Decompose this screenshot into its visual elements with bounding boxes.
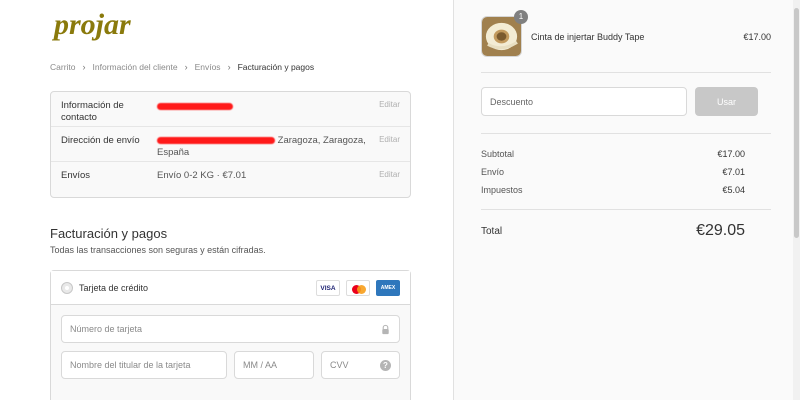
subtotal-label: Subtotal — [481, 149, 515, 159]
scrollbar-thumb[interactable] — [794, 8, 799, 238]
breadcrumb-item-customer-info[interactable]: Información del cliente — [93, 62, 178, 72]
breadcrumb-item-cart[interactable]: Carrito — [50, 62, 76, 72]
visa-icon: VISA — [316, 280, 340, 296]
product-line: 1 Cinta de injertar Buddy Tape €17.00 — [481, 10, 771, 58]
review-row-contact: Información de contacto Editar — [51, 92, 410, 127]
product-thumbnail: 1 — [481, 10, 528, 57]
product-name: Cinta de injertar Buddy Tape — [531, 32, 645, 42]
scrollbar[interactable] — [793, 0, 800, 400]
redacted-address — [157, 136, 275, 144]
divider — [481, 209, 771, 210]
review-box: Información de contacto Editar Dirección… — [50, 91, 411, 198]
breadcrumb: Carrito › Información del cliente › Enví… — [50, 62, 314, 72]
divider — [481, 72, 771, 73]
address-label: Dirección de envío — [61, 135, 140, 146]
address-city: Zaragoza, Zaragoza, — [277, 135, 366, 146]
help-icon[interactable]: ? — [380, 360, 391, 371]
address-country: España — [157, 147, 190, 158]
breadcrumb-item-shipping[interactable]: Envíos — [195, 62, 221, 72]
tape-roll-image — [482, 17, 521, 56]
amex-icon: AMEX — [376, 280, 400, 296]
apply-discount-button[interactable]: Usar — [695, 87, 758, 116]
cvv-input[interactable]: CVV ? — [321, 351, 400, 379]
discount-placeholder: Descuento — [490, 96, 534, 107]
billing-subtitle: Todas las transacciones son seguras y es… — [50, 245, 266, 255]
logo-image: projar — [51, 8, 131, 41]
credit-card-radio[interactable] — [61, 282, 73, 294]
contact-value — [157, 100, 387, 112]
shipping-cost-value: €7.01 — [722, 167, 745, 177]
card-number-input[interactable]: Número de tarjeta — [61, 315, 400, 343]
address-value: Zaragoza, Zaragoza, España — [157, 135, 387, 159]
credit-card-option[interactable]: Tarjeta de crédito VISA AMEX — [51, 271, 410, 305]
accepted-cards: VISA AMEX — [316, 280, 400, 296]
redacted-email — [157, 103, 233, 111]
subtotal-row: Subtotal €17.00 — [481, 149, 745, 159]
chevron-right-icon: › — [184, 62, 188, 72]
payment-method-box: Tarjeta de crédito VISA AMEX Número de t… — [50, 270, 411, 400]
taxes-label: Impuestos — [481, 185, 523, 195]
order-summary: 1 Cinta de injertar Buddy Tape €17.00 De… — [453, 0, 800, 400]
contact-label: Información de contacto — [61, 100, 124, 123]
breadcrumb-item-current: Facturación y pagos — [237, 62, 315, 72]
quantity-badge: 1 — [514, 10, 528, 24]
card-number-placeholder: Número de tarjeta — [70, 324, 143, 334]
divider — [481, 133, 771, 134]
card-name-placeholder: Nombre del titular de la tarjeta — [70, 360, 191, 370]
card-fields: Número de tarjeta Nombre del titular de … — [51, 305, 410, 400]
billing-title: Facturación y pagos — [50, 226, 168, 241]
edit-shipping-link[interactable]: Editar — [379, 170, 400, 179]
shipping-cost-label: Envío — [481, 167, 505, 177]
taxes-value: €5.04 — [722, 185, 745, 195]
chevron-right-icon: › — [227, 62, 231, 72]
subtotal-value: €17.00 — [717, 149, 745, 159]
svg-text:projar: projar — [52, 8, 131, 41]
review-row-shipping: Envíos Envío 0-2 KG · €7.01 Editar — [51, 162, 410, 197]
total-label: Total — [481, 225, 503, 237]
product-price: €17.00 — [743, 32, 771, 42]
checkout-main: projar Carrito › Información del cliente… — [0, 0, 453, 400]
card-name-input[interactable]: Nombre del titular de la tarjeta — [61, 351, 227, 379]
discount-input[interactable]: Descuento — [481, 87, 687, 116]
review-row-address: Dirección de envío Zaragoza, Zaragoza, Es… — [51, 127, 410, 162]
shipping-cost-row: Envío €7.01 — [481, 167, 745, 177]
credit-card-label: Tarjeta de crédito — [79, 283, 149, 293]
shipping-value: Envío 0-2 KG · €7.01 — [157, 170, 247, 181]
cvv-placeholder: CVV — [330, 360, 349, 370]
edit-contact-link[interactable]: Editar — [379, 100, 400, 109]
expiry-placeholder: MM / AA — [243, 360, 278, 370]
shipping-label: Envíos — [61, 170, 91, 181]
edit-address-link[interactable]: Editar — [379, 135, 400, 144]
taxes-row: Impuestos €5.04 — [481, 185, 745, 195]
total-row: Total €29.05 — [481, 222, 745, 240]
lock-icon — [382, 324, 389, 335]
expiry-input[interactable]: MM / AA — [234, 351, 314, 379]
chevron-right-icon: › — [82, 62, 86, 72]
projar-logo[interactable]: projar — [51, 8, 168, 44]
total-value: €29.05 — [696, 222, 745, 239]
mastercard-icon — [346, 280, 370, 296]
